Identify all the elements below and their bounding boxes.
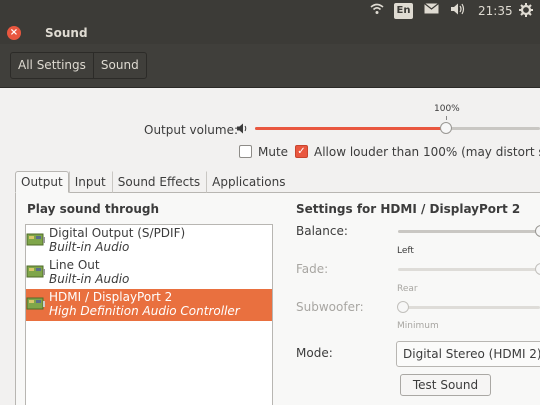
volume-icon[interactable] bbox=[451, 3, 466, 19]
fade-slider-handle bbox=[535, 263, 540, 275]
balance-slider-track[interactable] bbox=[398, 230, 540, 233]
tab-sound-effects[interactable]: Sound Effects bbox=[111, 171, 206, 193]
window-titlebar: × Sound bbox=[0, 22, 540, 44]
close-button[interactable]: × bbox=[7, 26, 21, 40]
top-panel: En 21:35 bbox=[0, 0, 540, 22]
device-name: Digital Output (S/PDIF) bbox=[49, 226, 186, 240]
mode-label: Mode: bbox=[296, 346, 333, 360]
fade-rear-caption: Rear bbox=[397, 284, 418, 294]
window-title: Sound bbox=[45, 26, 88, 40]
output-volume-slider-fill bbox=[255, 127, 446, 130]
audio-card-icon bbox=[26, 263, 46, 281]
fade-label: Fade: bbox=[296, 262, 329, 276]
volume-100-tick bbox=[446, 116, 447, 120]
subwoofer-slider-handle bbox=[397, 301, 409, 313]
device-name: Line Out bbox=[49, 258, 100, 272]
tab-applications[interactable]: Applications bbox=[206, 171, 291, 193]
balance-slider-handle[interactable] bbox=[535, 225, 540, 237]
device-item-line-out[interactable]: Line Out Built-in Audio bbox=[26, 257, 272, 289]
output-volume-slider-handle[interactable] bbox=[440, 122, 452, 134]
device-subtitle: Built-in Audio bbox=[49, 272, 130, 286]
device-name: HDMI / DisplayPort 2 bbox=[49, 290, 173, 304]
test-sound-button[interactable]: Test Sound bbox=[400, 374, 491, 396]
breadcrumb-all-settings[interactable]: All Settings bbox=[11, 53, 93, 78]
subwoofer-label: Subwoofer: bbox=[296, 300, 364, 314]
device-list: Digital Output (S/PDIF) Built-in Audio L… bbox=[25, 224, 273, 405]
device-item-hdmi[interactable]: HDMI / DisplayPort 2 High Definition Aud… bbox=[26, 289, 272, 321]
breadcrumb: All Settings Sound bbox=[10, 52, 147, 79]
wifi-icon[interactable] bbox=[370, 3, 384, 19]
mode-dropdown[interactable]: Digital Stereo (HDMI 2) C bbox=[396, 341, 540, 367]
balance-left-caption: Left bbox=[397, 246, 414, 256]
output-volume-label: Output volume: bbox=[144, 123, 238, 137]
subwoofer-slider-track bbox=[398, 306, 540, 309]
device-settings-heading: Settings for HDMI / DisplayPort 2 bbox=[296, 202, 521, 216]
tab-input[interactable]: Input bbox=[68, 171, 112, 193]
tab-output[interactable]: Output bbox=[15, 171, 69, 193]
keyboard-layout-indicator[interactable]: En bbox=[394, 3, 413, 19]
device-item-spdif[interactable]: Digital Output (S/PDIF) Built-in Audio bbox=[26, 225, 272, 257]
mail-icon[interactable] bbox=[424, 3, 439, 19]
play-sound-through-heading: Play sound through bbox=[27, 202, 159, 216]
power-gear-icon[interactable] bbox=[519, 3, 533, 19]
fade-slider-track bbox=[398, 268, 540, 271]
audio-card-icon bbox=[26, 295, 46, 313]
volume-100-marker: 100% bbox=[434, 104, 460, 114]
toolbar: All Settings Sound bbox=[0, 44, 540, 88]
mute-checkbox[interactable] bbox=[239, 145, 252, 158]
balance-label: Balance: bbox=[296, 224, 348, 238]
clock[interactable]: 21:35 bbox=[478, 3, 513, 19]
allow-louder-checkbox[interactable]: ✓ bbox=[295, 145, 308, 158]
breadcrumb-sound[interactable]: Sound bbox=[92, 53, 146, 78]
mute-label: Mute bbox=[258, 145, 289, 159]
subwoofer-minimum-caption: Minimum bbox=[397, 321, 439, 331]
audio-card-icon bbox=[26, 231, 46, 249]
allow-louder-label: Allow louder than 100% (may distort sou bbox=[314, 145, 540, 159]
tab-bar: Output Input Sound Effects Applications bbox=[15, 171, 291, 193]
speaker-icon bbox=[237, 123, 249, 137]
device-subtitle: Built-in Audio bbox=[49, 240, 130, 254]
device-subtitle: High Definition Audio Controller bbox=[49, 304, 240, 318]
